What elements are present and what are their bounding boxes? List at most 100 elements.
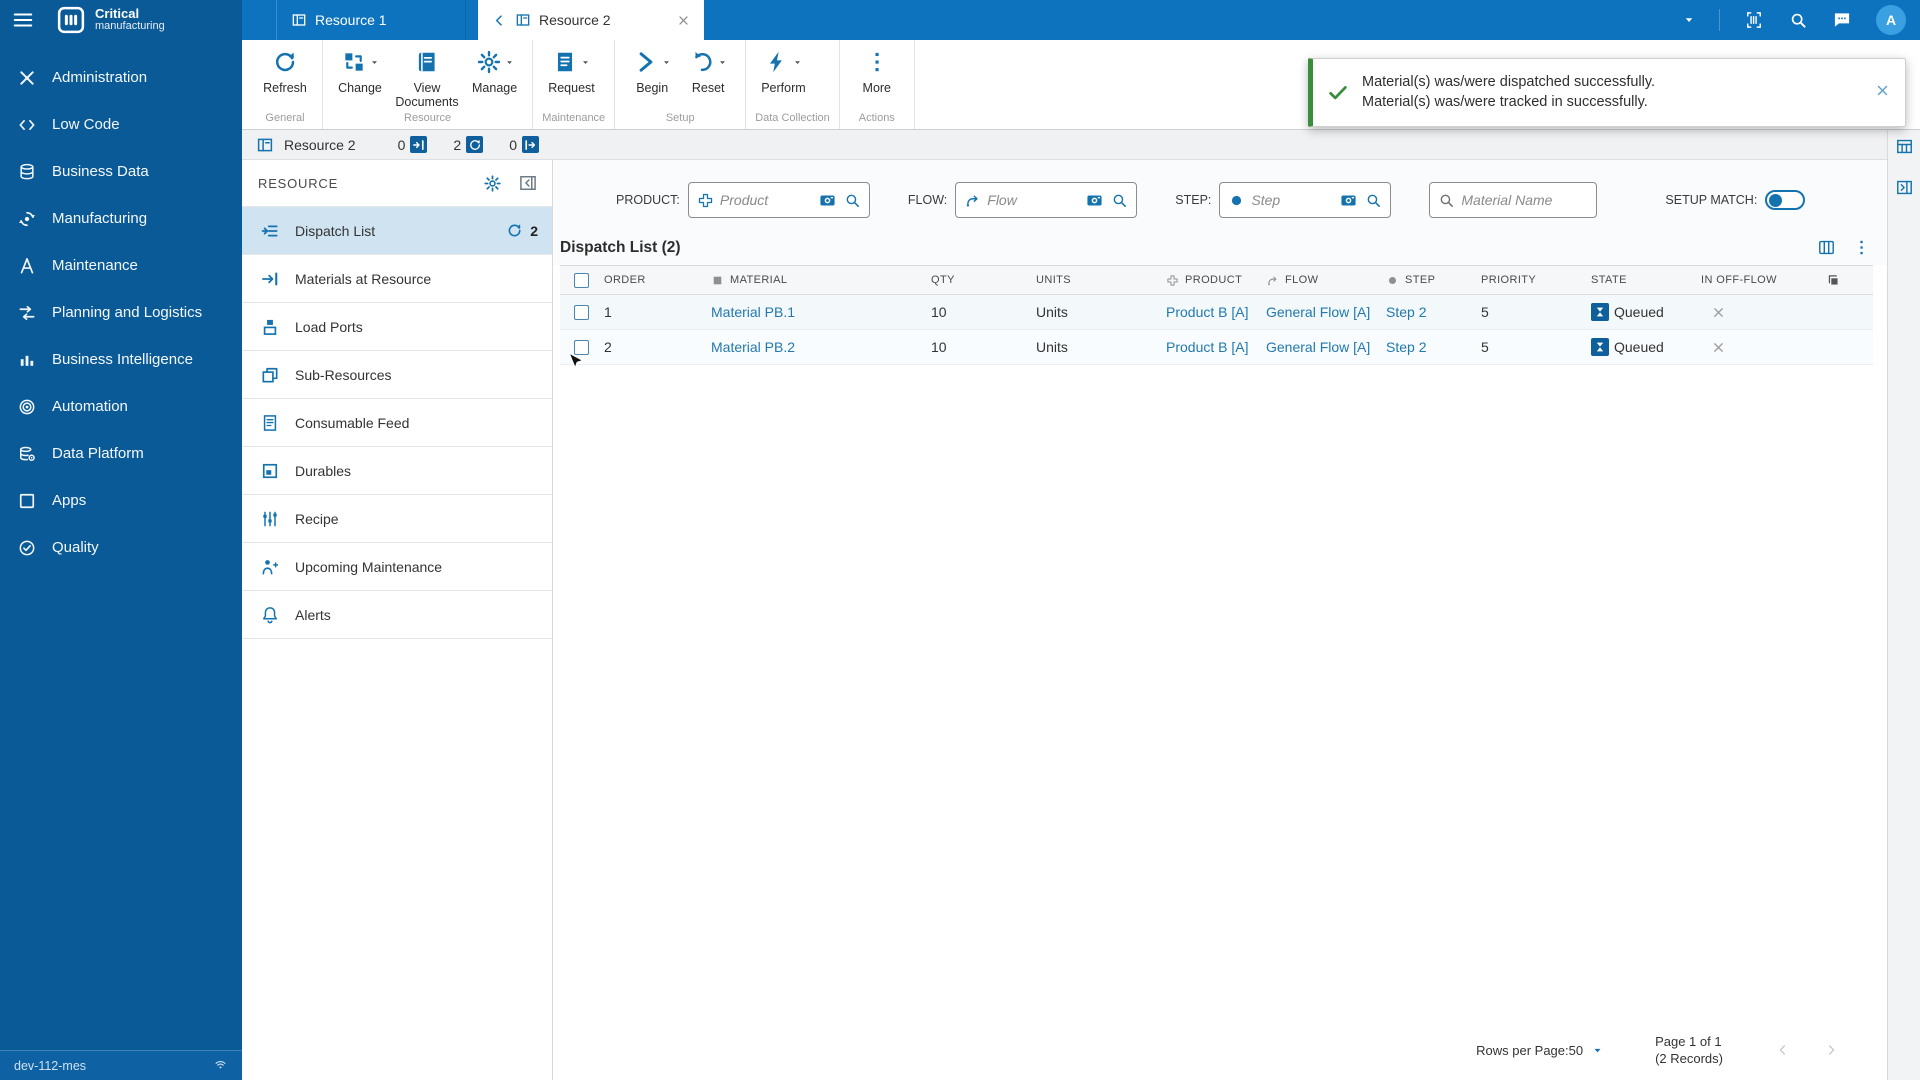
panel-item-materials-at-resource[interactable]: Materials at Resource	[242, 255, 552, 303]
tab-resource-2[interactable]: Resource 2	[478, 0, 704, 40]
table-grid-icon[interactable]	[1895, 137, 1914, 156]
column-label: MATERIAL	[730, 274, 788, 286]
flow-link[interactable]: General Flow [A]	[1266, 339, 1370, 355]
sidebar-item-data-platform[interactable]: Data Platform	[0, 430, 242, 477]
sidebar-item-apps[interactable]: Apps	[0, 477, 242, 524]
magnifier-icon[interactable]	[844, 192, 861, 209]
counter-track-out[interactable]: 0	[509, 136, 539, 153]
camera-icon[interactable]	[1084, 192, 1105, 209]
product-filter-label: PRODUCT:	[616, 193, 680, 207]
panel-item-label: Sub-Resources	[295, 366, 392, 383]
manufacturing-icon	[17, 209, 37, 229]
sidebar-item-planning-and-logistics[interactable]: Planning and Logistics	[0, 289, 242, 336]
columns-icon[interactable]	[1817, 238, 1836, 257]
request-button[interactable]: Request	[542, 40, 601, 112]
begin-button[interactable]: Begin	[624, 40, 680, 112]
camera-icon[interactable]	[1338, 192, 1359, 209]
manage-button[interactable]: Manage	[466, 40, 523, 112]
panel-item-durables[interactable]: Durables	[242, 447, 552, 495]
row-checkbox[interactable]	[574, 339, 589, 355]
change-button[interactable]: Change	[332, 40, 388, 112]
state-hourglass-icon	[1591, 303, 1609, 321]
select-all-checkbox[interactable]	[574, 272, 589, 288]
sidebar-item-business-intelligence[interactable]: Business Intelligence	[0, 336, 242, 383]
magnifier-icon[interactable]	[1365, 192, 1382, 209]
table-row[interactable]: 1 Material PB.1 10 Units Product B [A] Genera…	[560, 295, 1873, 330]
upcoming-maintenance-icon	[260, 557, 280, 577]
perform-button[interactable]: Perform	[755, 40, 811, 112]
close-tab-icon[interactable]	[677, 14, 690, 27]
caret-down-icon	[793, 58, 802, 67]
back-chevron-icon[interactable]	[492, 13, 507, 28]
camera-icon[interactable]	[817, 192, 838, 209]
step-filter-input[interactable]	[1251, 192, 1333, 208]
product-link[interactable]: Product B [A]	[1166, 304, 1248, 320]
page-label: Page 1 of 1	[1655, 1033, 1722, 1049]
material-link[interactable]: Material PB.2	[711, 339, 795, 355]
flow-filter-input[interactable]	[987, 192, 1079, 208]
panel-item-label: Consumable Feed	[295, 414, 410, 431]
more-button[interactable]: More	[849, 40, 905, 112]
remove-icon[interactable]	[1711, 305, 1726, 320]
flow-link[interactable]: General Flow [A]	[1266, 304, 1370, 320]
sidebar-item-administration[interactable]: Administration	[0, 54, 242, 101]
avatar[interactable]: A	[1876, 5, 1906, 35]
collapse-panel-icon[interactable]	[518, 173, 538, 193]
kebab-menu-icon[interactable]	[1852, 238, 1871, 257]
maintenance-icon	[17, 256, 37, 276]
material-name-input[interactable]	[1461, 192, 1589, 208]
step-link[interactable]: Step 2	[1386, 304, 1426, 320]
expand-panel-icon[interactable]	[1895, 178, 1914, 197]
table-header: ORDER MATERIAL QTY UNITS PRODUCT FLOW STEP PRIO…	[560, 265, 1873, 295]
panel-item-load-ports[interactable]: Load Ports	[242, 303, 552, 351]
tab-resource-1[interactable]: Resource 1	[276, 0, 466, 40]
panel-item-sub-resources[interactable]: Sub-Resources	[242, 351, 552, 399]
panel-item-recipe[interactable]: Recipe	[242, 495, 552, 543]
sidebar-item-low-code[interactable]: Low Code	[0, 101, 242, 148]
sidebar-item-quality[interactable]: Quality	[0, 524, 242, 571]
product-link[interactable]: Product B [A]	[1166, 339, 1248, 355]
close-icon[interactable]	[1875, 83, 1890, 98]
next-page-icon[interactable]	[1823, 1042, 1839, 1058]
row-checkbox[interactable]	[574, 304, 589, 320]
panel-item-consumable-feed[interactable]: Consumable Feed	[242, 399, 552, 447]
brand-name: Critical	[95, 6, 140, 22]
step-link[interactable]: Step 2	[1386, 339, 1426, 355]
gear-icon[interactable]	[483, 174, 502, 193]
sidebar-item-business-data[interactable]: Business Data	[0, 148, 242, 195]
refresh-icon	[506, 222, 523, 239]
panel-item-upcoming-maintenance[interactable]: Upcoming Maintenance	[242, 543, 552, 591]
column-header-select[interactable]	[560, 272, 598, 288]
panel-item-dispatch-list[interactable]: Dispatch List 2	[242, 207, 552, 255]
sidebar-footer: dev-112-mes	[0, 1050, 242, 1080]
success-check-icon	[1327, 81, 1349, 103]
flow-filter-label: FLOW:	[907, 193, 948, 207]
magnifier-icon[interactable]	[1111, 192, 1128, 209]
table-row[interactable]: 2 Material PB.2 10 Units Product B [A] Genera…	[560, 330, 1873, 365]
setup-match-toggle[interactable]	[1765, 190, 1806, 210]
remove-icon[interactable]	[1711, 340, 1726, 355]
view-documents-button[interactable]: View Documents	[388, 40, 466, 112]
reset-button[interactable]: Reset	[680, 40, 736, 112]
menu-icon[interactable]	[12, 9, 34, 31]
sidebar-item-maintenance[interactable]: Maintenance	[0, 242, 242, 289]
toast-message-1: Material(s) was/were dispatched successf…	[1362, 74, 1656, 90]
chevron-down-icon[interactable]	[1683, 14, 1695, 26]
barcode-scanner-icon[interactable]	[1744, 10, 1764, 30]
change-icon	[341, 49, 367, 75]
refresh-button[interactable]: Refresh	[257, 40, 313, 112]
prev-page-icon[interactable]	[1775, 1042, 1791, 1058]
breadcrumb: Resource 2 0 2 0	[242, 130, 1887, 160]
sidebar-item-automation[interactable]: Automation	[0, 383, 242, 430]
table-body: 1 Material PB.1 10 Units Product B [A] Genera…	[560, 295, 1873, 365]
column-label: IN OFF-FLOW	[1701, 274, 1777, 286]
sidebar-item-manufacturing[interactable]: Manufacturing	[0, 195, 242, 242]
counter-track-in[interactable]: 0	[398, 136, 428, 153]
counter-queue-count[interactable]: 2	[453, 136, 484, 153]
search-icon[interactable]	[1788, 10, 1808, 30]
panel-item-alerts[interactable]: Alerts	[242, 591, 552, 639]
chat-icon[interactable]	[1832, 10, 1852, 30]
material-link[interactable]: Material PB.1	[711, 304, 795, 320]
product-filter-input[interactable]	[719, 192, 811, 208]
rows-per-page-control[interactable]: Rows per Page:50	[1476, 1043, 1603, 1058]
